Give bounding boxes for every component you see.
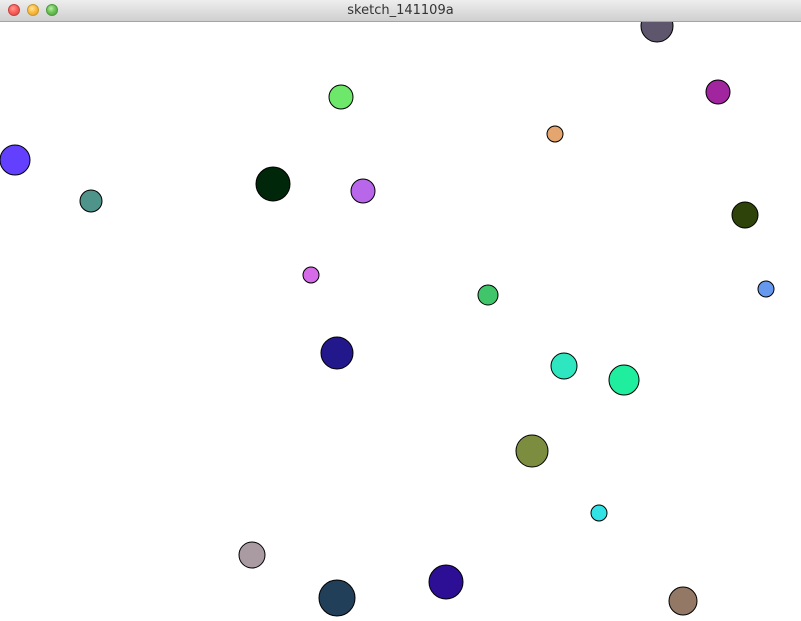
circle-20 — [668, 586, 698, 616]
circle-9 — [731, 201, 759, 229]
circle-4 — [546, 125, 564, 143]
circle-5 — [0, 144, 31, 176]
sketch-window: sketch_141109a — [0, 0, 801, 621]
circle-14 — [608, 364, 640, 396]
circle-8 — [79, 189, 103, 213]
circle-11 — [550, 352, 578, 380]
circle-3 — [705, 79, 731, 105]
circle-2 — [328, 84, 354, 110]
window-title: sketch_141109a — [347, 3, 454, 18]
circle-12 — [477, 284, 499, 306]
circle-6 — [255, 166, 291, 202]
circle-10 — [302, 266, 320, 284]
circle-1 — [640, 22, 674, 43]
circle-13 — [320, 336, 354, 370]
circle-18 — [318, 579, 356, 617]
title-bar[interactable]: sketch_141109a — [0, 0, 801, 22]
circle-21 — [757, 280, 775, 298]
circle-15 — [515, 434, 549, 468]
circle-7 — [350, 178, 376, 204]
sketch-canvas[interactable] — [0, 22, 801, 621]
sketch-drawing — [0, 22, 775, 617]
circle-16 — [590, 504, 608, 522]
circle-17 — [238, 541, 266, 569]
circle-19 — [428, 564, 464, 600]
